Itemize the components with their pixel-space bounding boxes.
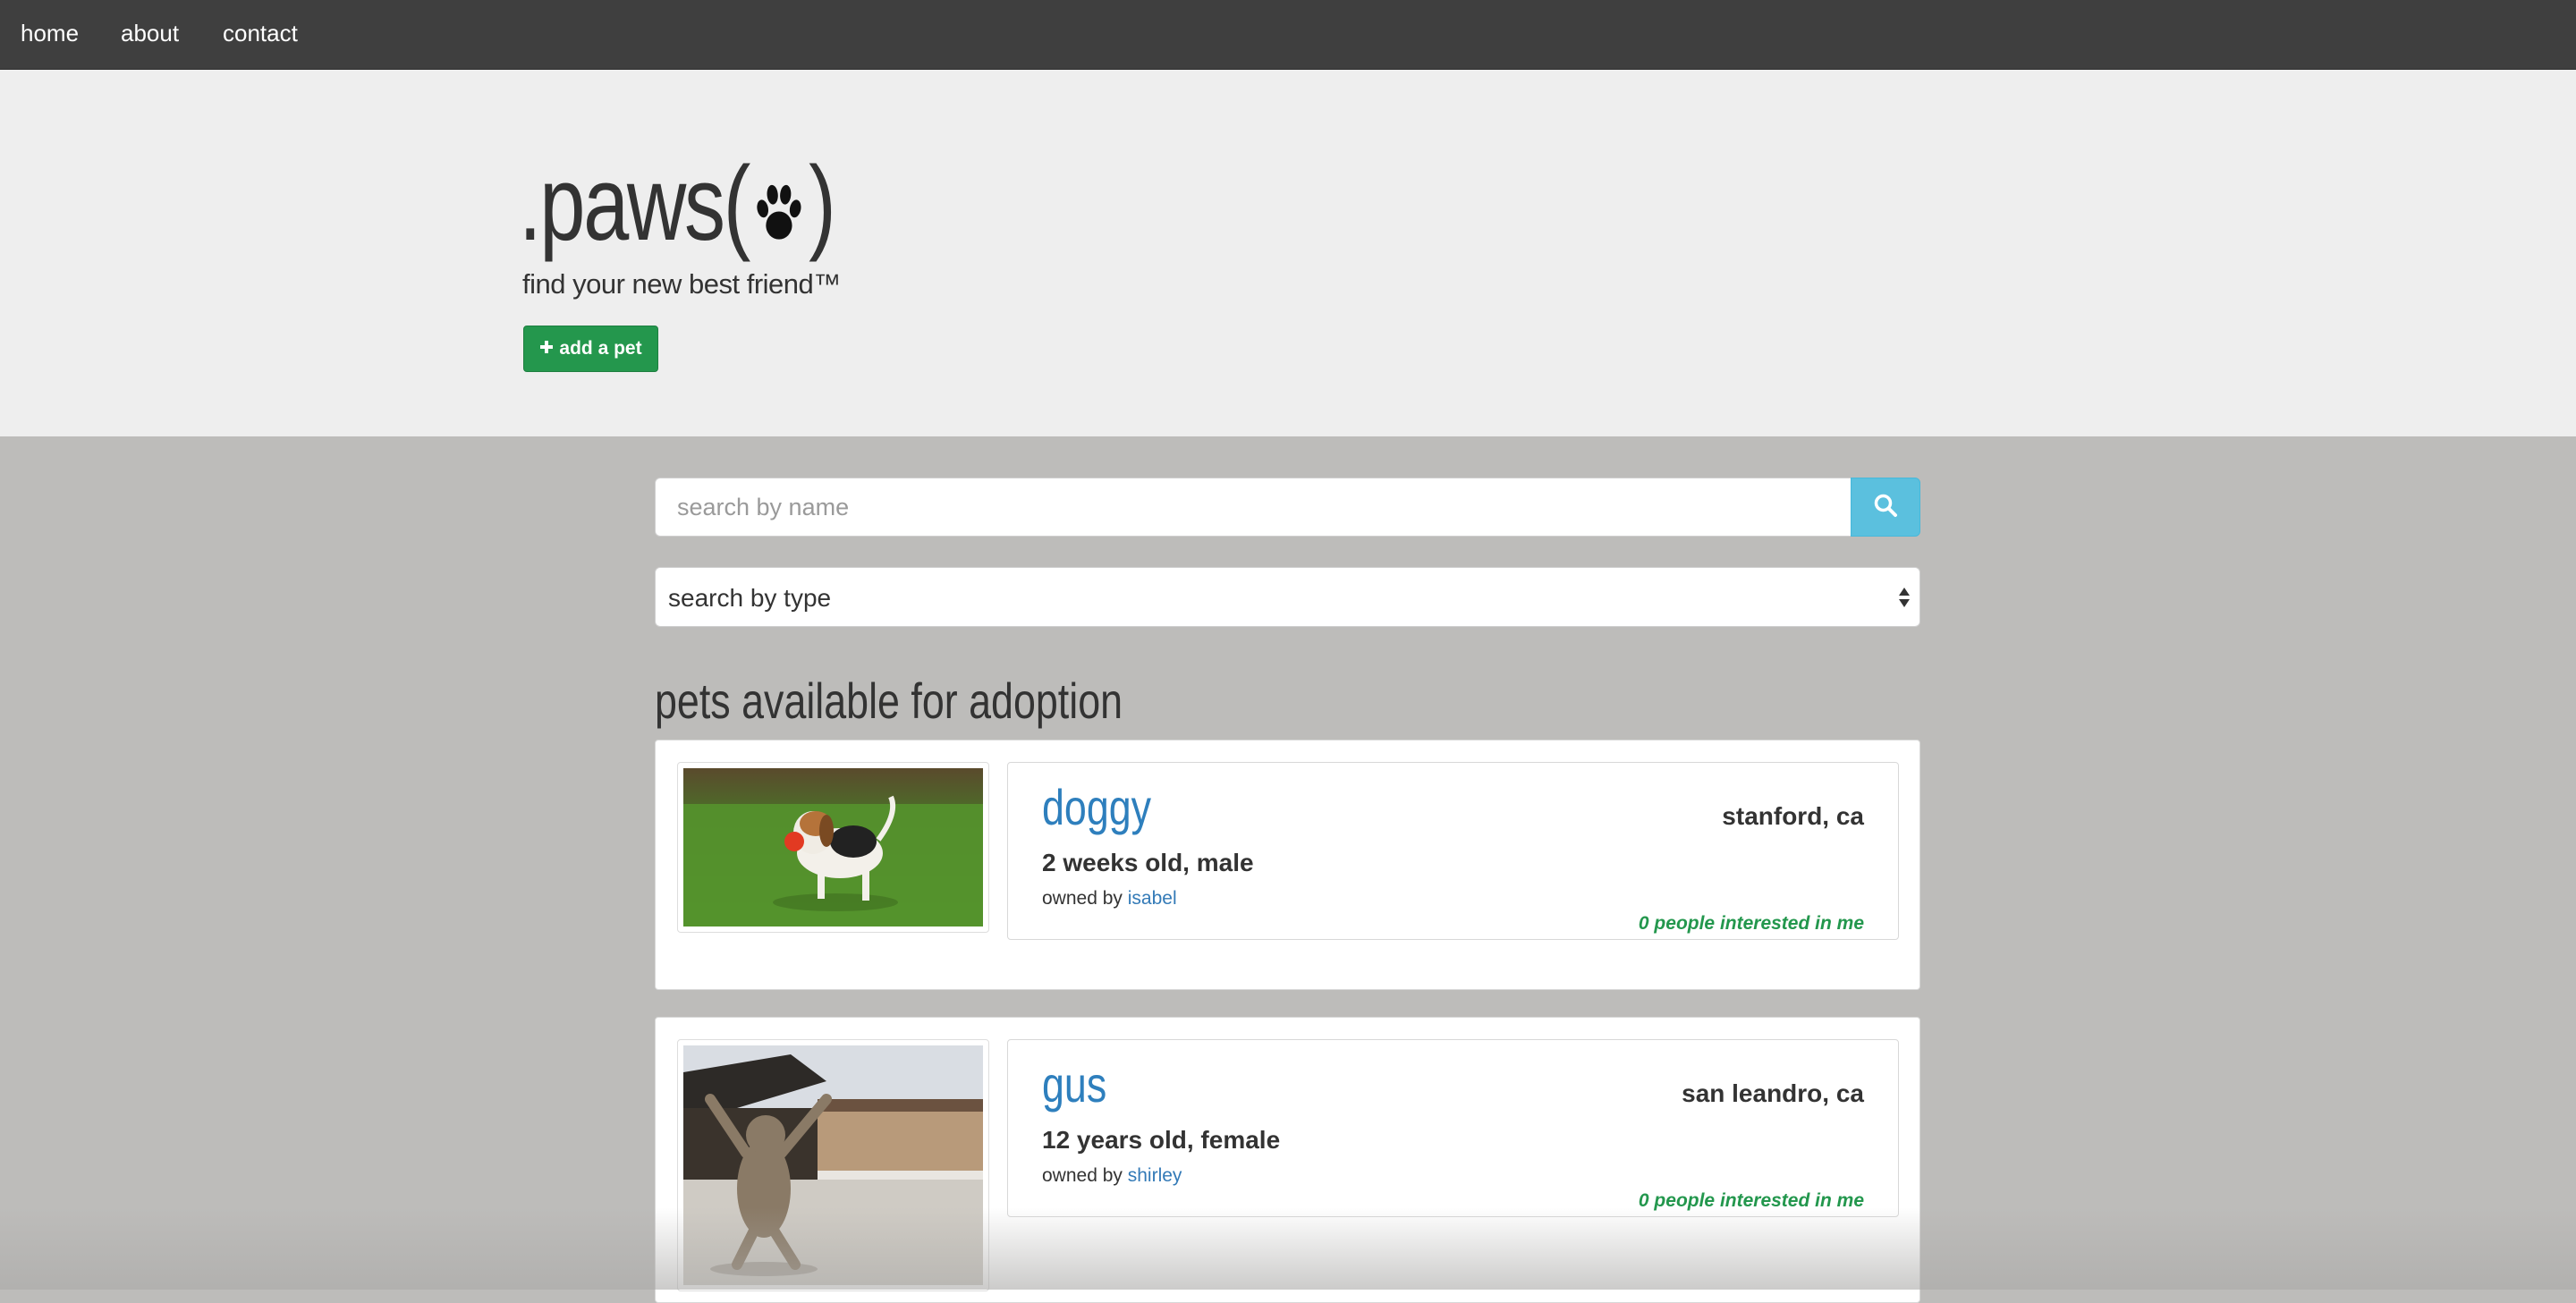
pet-name-link[interactable]: gus xyxy=(1042,1058,1106,1112)
pet-photo-frame[interactable] xyxy=(677,762,989,933)
pet-location: san leandro, ca xyxy=(1682,1079,1864,1107)
pet-card: gus 12 years old, female owned by shirle… xyxy=(655,1017,1920,1303)
select-arrows-icon xyxy=(1898,586,1911,613)
paw-icon xyxy=(751,154,806,270)
interest-count: 0 people interested in me xyxy=(1638,1190,1864,1211)
pet-photo-cat xyxy=(683,1045,983,1285)
owned-by-label: owned by xyxy=(1042,888,1123,909)
add-pet-button[interactable]: add a pet xyxy=(523,326,658,372)
pet-owner: owned by shirley xyxy=(1042,1165,1182,1187)
add-pet-label: add a pet xyxy=(559,338,642,359)
pet-info-box: gus 12 years old, female owned by shirle… xyxy=(1007,1039,1899,1217)
search-button[interactable] xyxy=(1851,478,1920,537)
search-name-input[interactable] xyxy=(655,478,1852,537)
tagline: find your new best friend™ xyxy=(522,268,841,300)
owner-link[interactable]: isabel xyxy=(1128,888,1177,909)
section-heading: pets available for adoption xyxy=(655,673,1123,729)
owned-by-label: owned by xyxy=(1042,1165,1123,1186)
hero-banner: .paws() find your new best friend™ add a… xyxy=(0,70,2576,436)
pet-owner: owned by isabel xyxy=(1042,888,1177,910)
pet-photo-dog xyxy=(683,768,983,926)
owner-link[interactable]: shirley xyxy=(1128,1165,1182,1186)
plus-icon xyxy=(539,338,554,360)
interest-count: 0 people interested in me xyxy=(1638,913,1864,934)
pet-location: stanford, ca xyxy=(1722,802,1864,830)
logo-suffix: ) xyxy=(809,145,836,263)
search-type-label: search by type xyxy=(668,584,832,612)
search-type-select[interactable]: search by type xyxy=(655,567,1920,627)
pet-age-sex: 2 weeks old, male xyxy=(1042,849,1254,876)
pet-info-box: doggy 2 weeks old, male owned by isabel … xyxy=(1007,762,1899,940)
nav-home-link[interactable]: home xyxy=(21,20,79,47)
pet-photo-frame[interactable] xyxy=(677,1039,989,1291)
nav-contact-link[interactable]: contact xyxy=(223,20,298,47)
nav-about-link[interactable]: about xyxy=(121,20,179,47)
search-icon xyxy=(1873,493,1898,522)
logo-prefix: .paws( xyxy=(519,145,750,263)
top-navbar: home about contact xyxy=(0,0,2576,70)
pet-card: doggy 2 weeks old, male owned by isabel … xyxy=(655,740,1920,990)
pet-name-link[interactable]: doggy xyxy=(1042,781,1151,834)
site-logo: .paws() xyxy=(519,145,836,263)
pet-age-sex: 12 years old, female xyxy=(1042,1126,1281,1154)
